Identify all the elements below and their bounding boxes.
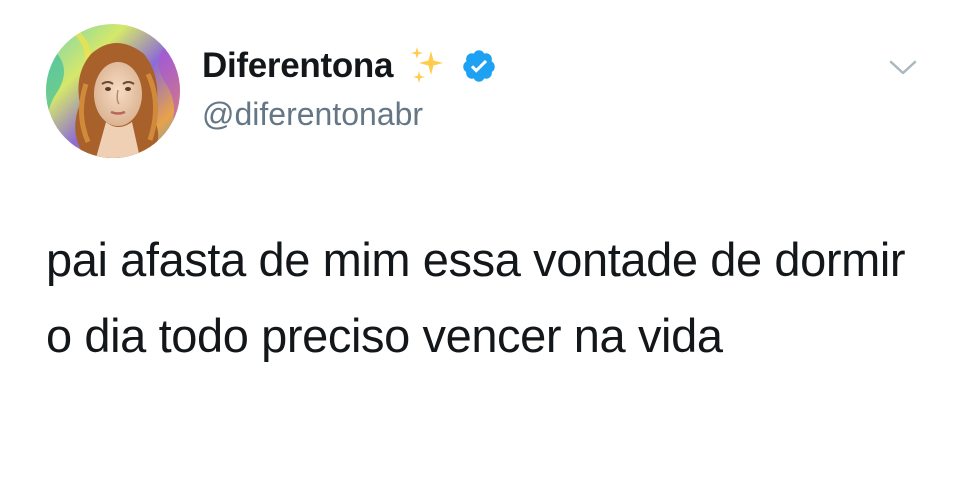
sparkles-icon: [411, 47, 444, 83]
tweet-text: pai afasta de mim essa vontade de dormir…: [46, 233, 906, 362]
author-name-row: Diferentona: [202, 42, 497, 90]
author-handle[interactable]: @diferentonabr: [202, 94, 423, 134]
avatar[interactable]: [46, 24, 180, 158]
avatar-image: [46, 24, 180, 158]
display-name[interactable]: Diferentona: [202, 42, 393, 90]
tweet-card: Diferentona @diferentonabr pai afasta de…: [0, 0, 960, 484]
chevron-down-icon[interactable]: [888, 58, 918, 78]
verified-badge-icon: [463, 50, 495, 82]
